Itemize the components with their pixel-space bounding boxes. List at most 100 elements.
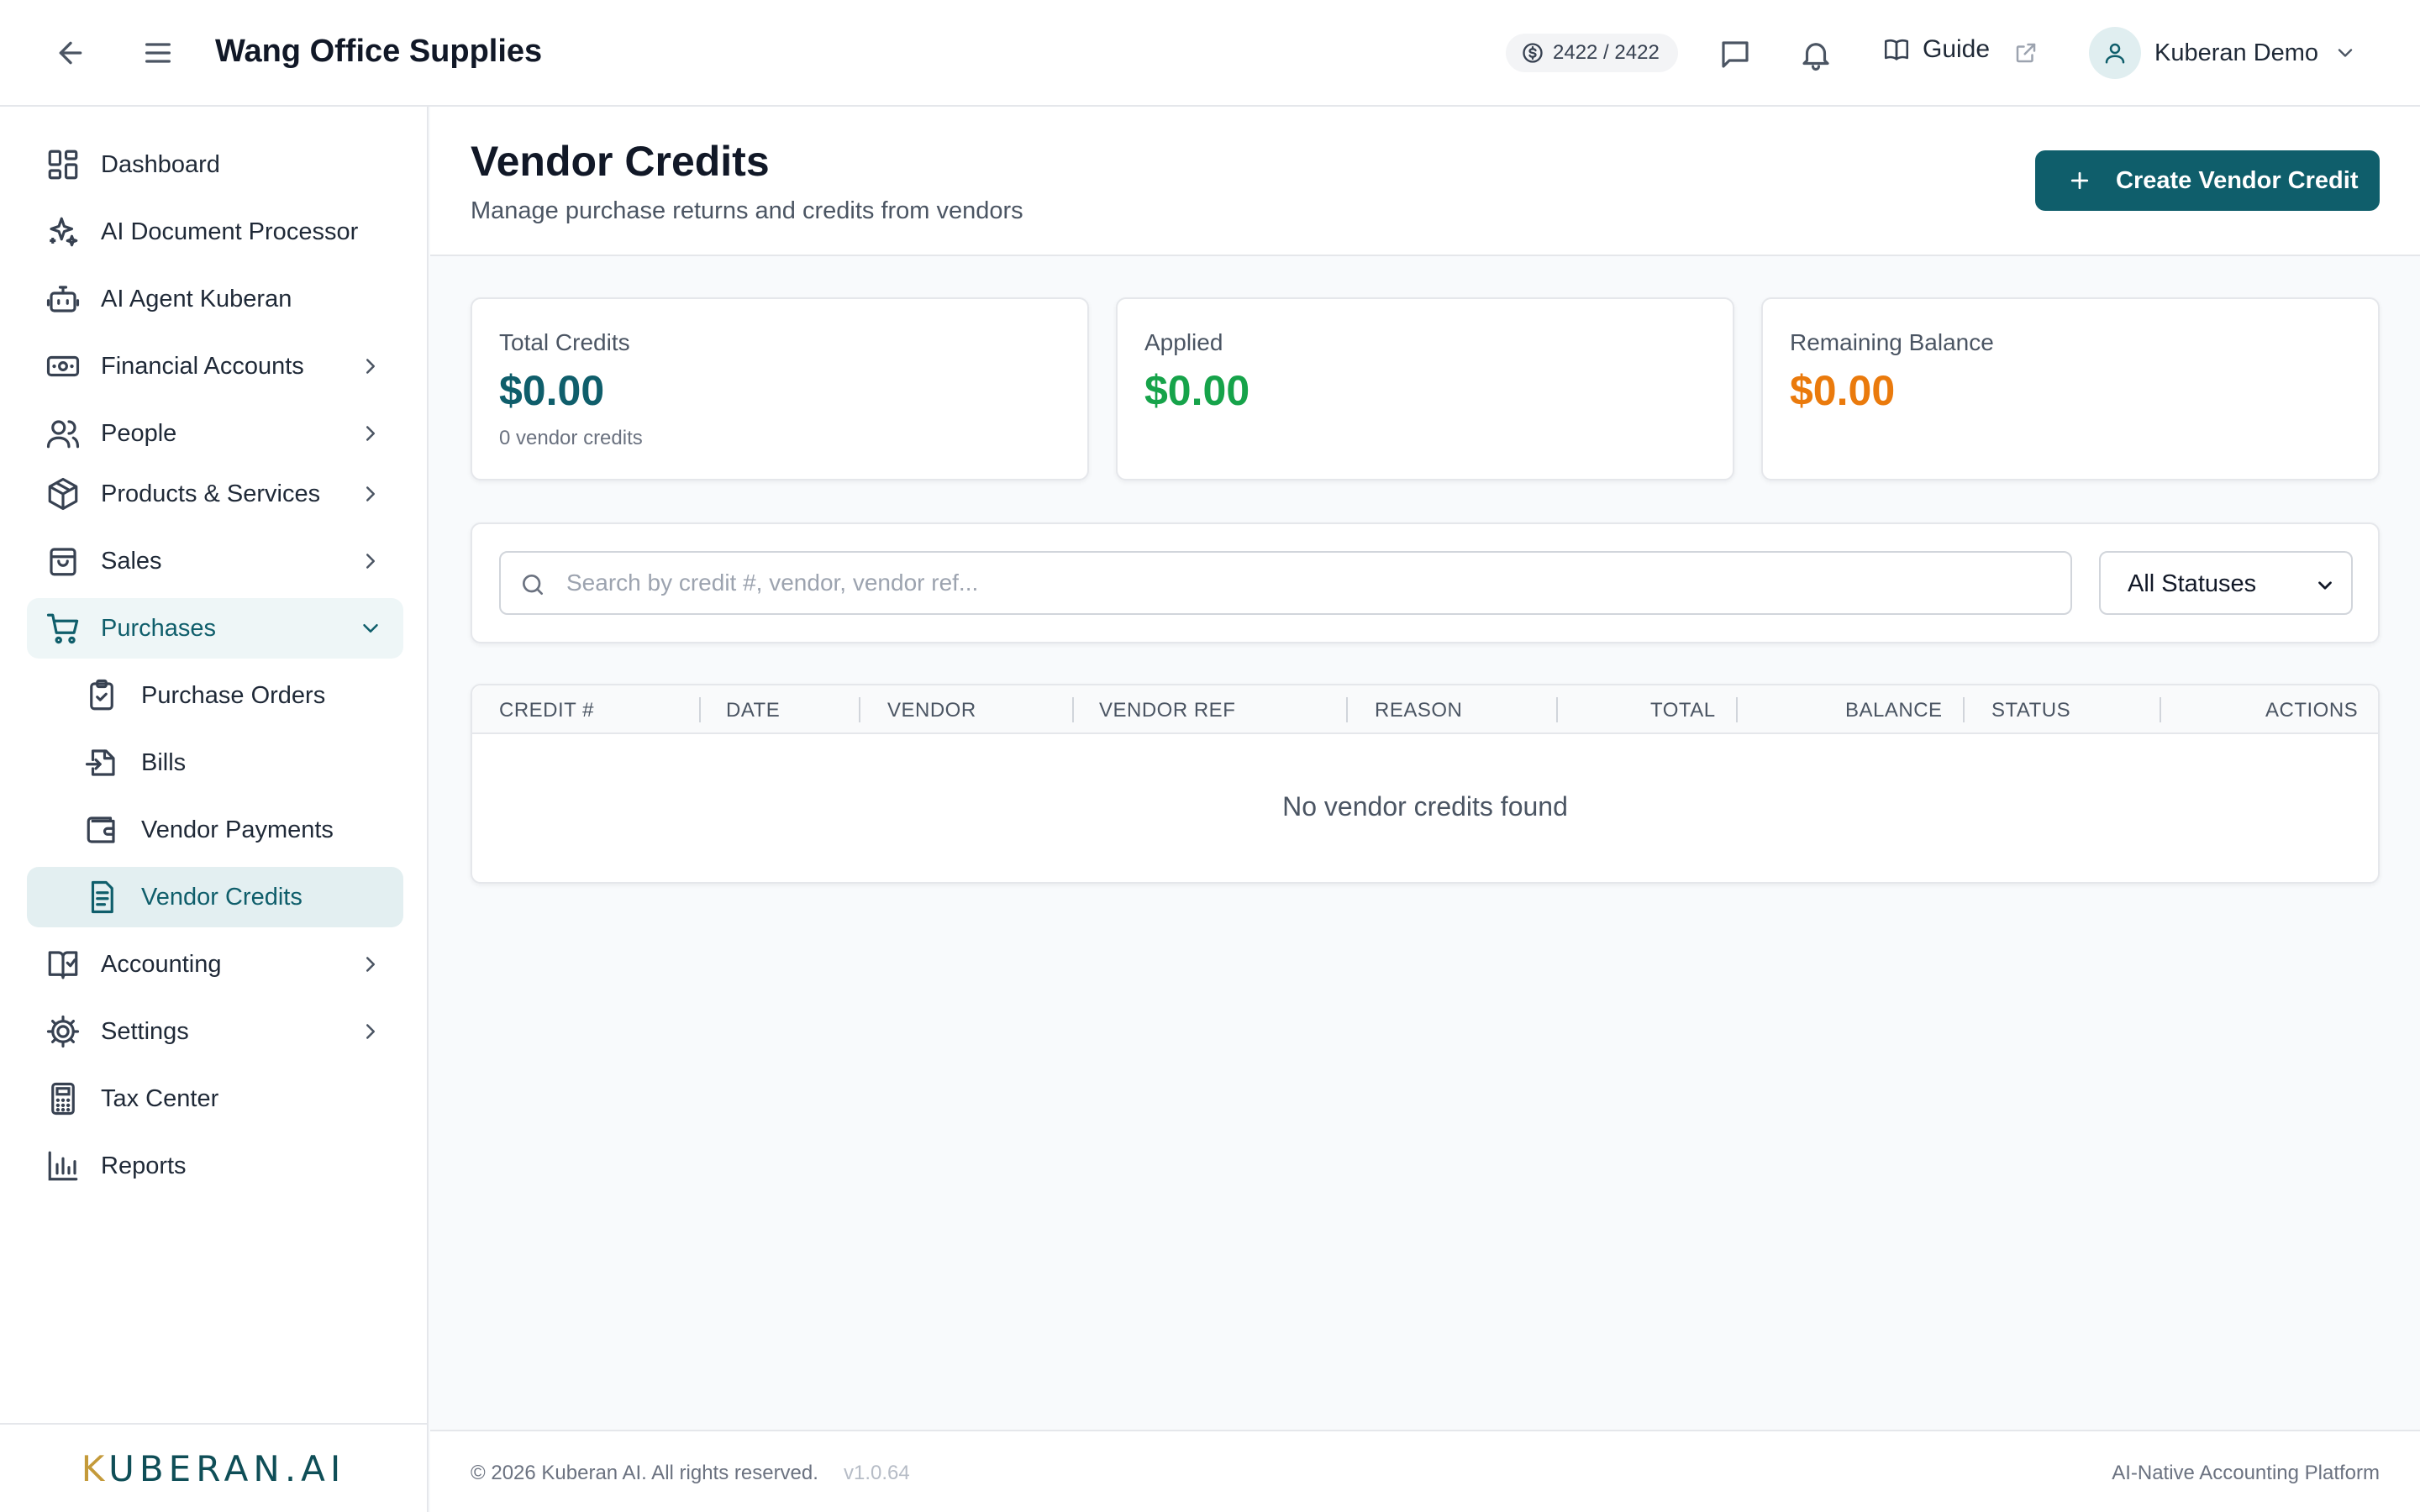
cart-icon — [45, 611, 81, 646]
avatar — [2089, 27, 2141, 79]
sidebar-item-label: Vendor Credits — [141, 883, 302, 911]
kuberan-logo: KUBERAN.AI — [82, 1448, 346, 1489]
sidebar-item-accounting[interactable]: Accounting — [27, 934, 403, 995]
chevron-down-icon — [358, 616, 383, 641]
sidebar-item-label: Sales — [101, 547, 162, 575]
user-icon — [2102, 40, 2128, 66]
sidebar-item-label: AI Agent Kuberan — [101, 285, 292, 312]
sparkles-icon — [45, 214, 81, 249]
book-icon — [1882, 35, 1911, 64]
external-link-icon[interactable] — [2013, 40, 2039, 66]
sidebar-item-reports[interactable]: Reports — [27, 1136, 403, 1196]
page-title: Vendor Credits — [471, 138, 770, 185]
column-divider — [699, 697, 701, 722]
book-check-icon — [45, 947, 81, 982]
total-credits-count: 0 vendor credits — [499, 427, 643, 449]
receipt-icon — [84, 879, 119, 915]
search-input[interactable] — [566, 561, 2054, 605]
column-divider — [1963, 697, 1965, 722]
chevron-right-icon — [358, 549, 383, 574]
create-vendor-credit-button[interactable]: Create Vendor Credit — [2035, 150, 2380, 211]
copyright-text: © 2026 Kuberan AI. All rights reserved. — [471, 1462, 818, 1484]
bell-icon[interactable] — [1798, 37, 1833, 72]
sidebar-item-purchase-orders[interactable]: Purchase Orders — [27, 665, 403, 726]
credits-text: 2422 / 2422 — [1553, 41, 1660, 64]
column-balance[interactable]: BALANCE — [1845, 699, 1943, 722]
status-filter-select[interactable]: All Statuses — [2099, 551, 2353, 615]
sidebar-item-bills[interactable]: Bills — [27, 732, 403, 793]
clipboard-check-icon — [84, 678, 119, 713]
sidebar-item-purchases[interactable]: Purchases — [27, 598, 403, 659]
tagline-text: AI-Native Accounting Platform — [2112, 1462, 2380, 1484]
create-button-label: Create Vendor Credit — [2116, 166, 2359, 194]
top-header: Wang Office Supplies 2422 / 2422 Guide K… — [0, 0, 2420, 107]
vendor-credits-table: CREDIT # DATE VENDOR VENDOR REF REASON T… — [471, 684, 2380, 884]
guide-label: Guide — [1923, 35, 1991, 63]
dollar-coin-icon — [1521, 41, 1544, 65]
plus-icon — [2070, 171, 2089, 190]
sidebar-item-settings[interactable]: Settings — [27, 1001, 403, 1062]
sidebar-item-vendor-credits[interactable]: Vendor Credits — [27, 867, 403, 927]
applied-value: $0.00 — [1144, 367, 1250, 414]
remaining-balance-value: $0.00 — [1790, 367, 1896, 414]
menu-icon[interactable] — [141, 36, 175, 70]
sidebar-item-label: Products & Services — [101, 480, 321, 507]
sidebar-item-ai-agent-kuberan[interactable]: AI Agent Kuberan — [27, 269, 403, 329]
chevron-down-icon — [2333, 41, 2357, 65]
column-divider — [1736, 697, 1738, 722]
column-date[interactable]: DATE — [726, 699, 780, 722]
column-credit-number[interactable]: CREDIT # — [499, 699, 594, 722]
sidebar-item-label: Settings — [101, 1017, 189, 1045]
sidebar-item-label: Accounting — [101, 950, 222, 978]
sidebar-item-products-services[interactable]: Products & Services — [27, 464, 403, 524]
sidebar-item-ai-document-processor[interactable]: AI Document Processor — [27, 202, 403, 262]
logo-mark: K — [81, 1447, 109, 1489]
total-credits-value: $0.00 — [499, 367, 605, 414]
status-filter-value: All Statuses — [2128, 570, 2257, 597]
column-vendor-ref[interactable]: VENDOR REF — [1099, 699, 1235, 722]
search-field[interactable] — [499, 551, 2072, 615]
sidebar-item-sales[interactable]: Sales — [27, 531, 403, 591]
user-menu[interactable]: Kuberan Demo — [2089, 27, 2357, 79]
shopping-bag-icon — [45, 543, 81, 579]
column-status[interactable]: STATUS — [1991, 699, 2070, 722]
column-total[interactable]: TOTAL — [1650, 699, 1716, 722]
remaining-balance-label: Remaining Balance — [1790, 329, 1994, 355]
page-footer: © 2026 Kuberan AI. All rights reserved. … — [430, 1430, 2420, 1512]
sidebar-item-label: Purchase Orders — [141, 681, 326, 709]
sidebar-item-label: Vendor Payments — [141, 816, 334, 843]
applied-card: Applied $0.00 — [1116, 297, 1734, 480]
page-header: Vendor Credits Manage purchase returns a… — [430, 107, 2420, 256]
sidebar-item-label: AI Document Processor — [101, 218, 359, 245]
chevron-right-icon — [358, 1019, 383, 1044]
column-reason[interactable]: REASON — [1375, 699, 1462, 722]
chat-icon[interactable] — [1718, 37, 1753, 72]
sidebar-item-label: Dashboard — [101, 150, 220, 178]
sidebar-item-label: Financial Accounts — [101, 352, 304, 380]
column-divider — [1556, 697, 1558, 722]
empty-state-message: No vendor credits found — [1282, 791, 1568, 822]
robot-icon — [45, 281, 81, 317]
sidebar-item-financial-accounts[interactable]: Financial Accounts — [27, 336, 403, 396]
sidebar-item-people[interactable]: People — [27, 403, 403, 464]
sidebar-item-label: Bills — [141, 748, 187, 776]
people-icon — [45, 416, 81, 451]
sidebar-item-dashboard[interactable]: Dashboard — [27, 134, 403, 195]
sidebar-item-tax-center[interactable]: Tax Center — [27, 1068, 403, 1129]
column-divider — [2160, 697, 2161, 722]
wallet-icon — [84, 812, 119, 848]
sidebar-item-vendor-payments[interactable]: Vendor Payments — [27, 800, 403, 860]
back-arrow-icon[interactable] — [54, 36, 87, 70]
total-credits-card: Total Credits $0.00 0 vendor credits — [471, 297, 1089, 480]
credits-counter[interactable]: 2422 / 2422 — [1506, 34, 1678, 72]
chevron-right-icon — [358, 421, 383, 446]
sidebar-item-label: Tax Center — [101, 1084, 219, 1112]
column-divider — [1072, 697, 1074, 722]
column-vendor[interactable]: VENDOR — [887, 699, 976, 722]
logo-text: UBERAN.AI — [108, 1447, 346, 1489]
guide-link[interactable]: Guide — [1882, 35, 1990, 64]
sidebar-item-label: Reports — [101, 1152, 187, 1179]
total-credits-label: Total Credits — [499, 329, 630, 355]
dashboard-icon — [45, 147, 81, 182]
applied-label: Applied — [1144, 329, 1223, 355]
